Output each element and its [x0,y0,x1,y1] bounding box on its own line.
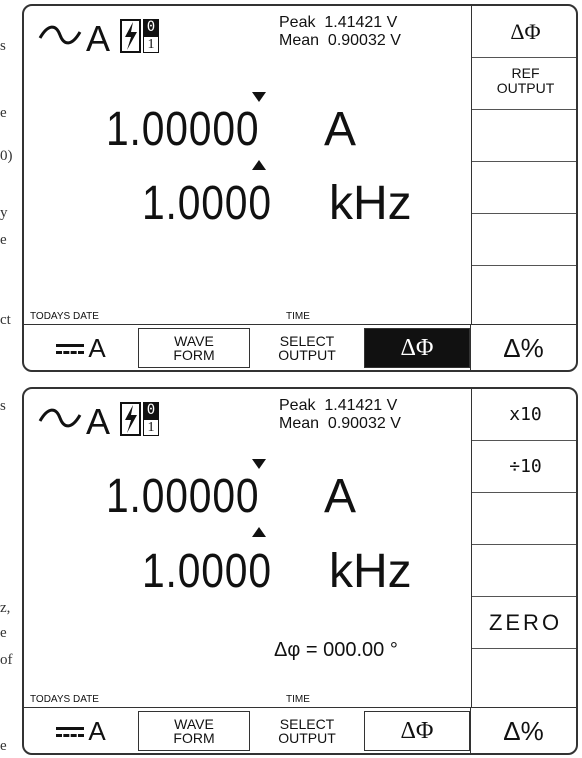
digit-cursor-down-marker [252,160,266,170]
edge-fragment: z, [0,600,11,616]
softkey-delta-phi-active[interactable]: ΔΦ [364,328,470,368]
digit-cursor-down-marker [252,527,266,537]
edge-fragment: s [0,38,6,54]
edge-fragment: y [0,205,8,221]
phase-offset-readout: Δφ = 000.00 ° [274,639,398,661]
softkey-blank[interactable] [472,266,576,318]
softkey-dc-current[interactable]: A [24,325,138,370]
softkey-column: x10 ÷10 ZERO [471,389,576,707]
edge-fragment: e [0,105,7,121]
digit-cursor-up-marker [252,459,266,469]
softkey-select-output[interactable]: SELECT OUTPUT [250,325,364,370]
range-indicator-bottom: 1 [143,36,159,53]
softkey-delta-phi[interactable]: ΔΦ [472,6,576,58]
sine-wave-icon [38,408,82,428]
softkey-column: ΔΦ REF OUTPUT [471,6,576,324]
calibrator-display-phase: A 0 1 Peak 1.41421 V Mean 0.90032 V 1.00… [22,387,578,755]
todays-date-label: TODAYS DATE [30,311,99,322]
softkey-delta-percent[interactable]: Δ% [470,325,576,370]
softkey-blank[interactable] [472,110,576,162]
softkey-blank[interactable] [472,649,576,701]
softkey-delta-phi[interactable]: ΔΦ [364,711,470,751]
softkey-blank[interactable] [472,545,576,597]
edge-fragment: 0) [0,148,13,164]
softkey-blank[interactable] [472,493,576,545]
softkey-row: A WAVE FORM SELECT OUTPUT ΔΦ Δ% [24,324,576,370]
softkey-zero[interactable]: ZERO [472,597,576,649]
edge-fragment: ct [0,312,11,328]
time-label: TIME [286,311,310,322]
dc-unit: A [88,716,106,746]
softkey-row: A WAVE FORM SELECT OUTPUT ΔΦ Δ% [24,707,576,753]
digit-cursor-up-marker [252,92,266,102]
sine-wave-icon [38,25,82,45]
output-unit: A [324,103,357,156]
function-unit: A [86,18,111,59]
frequency-unit: kHz [329,177,412,230]
edge-fragment: of [0,652,13,668]
softkey-blank[interactable] [472,214,576,266]
edge-fragment: e [0,232,7,248]
high-voltage-icon [120,402,141,436]
range-indicator-bottom: 1 [143,419,159,436]
frequency-value[interactable]: 1.0000 [142,176,272,231]
range-indicator-top: 0 [143,402,159,419]
peak-readout: Peak 1.41421 V [279,14,398,31]
edge-fragment: e [0,625,7,641]
softkey-delta-percent[interactable]: Δ% [470,708,576,753]
softkey-dc-current[interactable]: A [24,708,138,753]
output-unit: A [324,470,357,523]
range-indicator-top: 0 [143,19,159,36]
softkey-ref-output[interactable]: REF OUTPUT [472,58,576,110]
time-label: TIME [286,694,310,705]
softkey-times-10[interactable]: x10 [472,389,576,441]
mean-readout: Mean 0.90032 V [279,32,401,49]
output-value[interactable]: 1.00000 [106,102,259,157]
softkey-wave-form[interactable]: WAVE FORM [138,328,250,368]
output-value[interactable]: 1.00000 [106,469,259,524]
softkey-select-output[interactable]: SELECT OUTPUT [250,708,364,753]
mean-readout: Mean 0.90032 V [279,415,401,432]
frequency-value[interactable]: 1.0000 [142,544,272,599]
softkey-blank[interactable] [472,162,576,214]
softkey-divide-10[interactable]: ÷10 [472,441,576,493]
edge-fragment: s [0,398,6,414]
dc-icon [56,725,85,737]
frequency-unit: kHz [329,545,412,598]
high-voltage-icon [120,19,141,53]
dc-unit: A [88,333,106,363]
function-unit: A [86,401,111,442]
softkey-wave-form[interactable]: WAVE FORM [138,711,250,751]
dc-icon [56,342,85,354]
peak-readout: Peak 1.41421 V [279,397,398,414]
calibrator-display: A 0 1 Peak 1.41421 V Mean 0.90032 V 1.00… [22,4,578,372]
edge-fragment: e [0,738,7,754]
todays-date-label: TODAYS DATE [30,694,99,705]
